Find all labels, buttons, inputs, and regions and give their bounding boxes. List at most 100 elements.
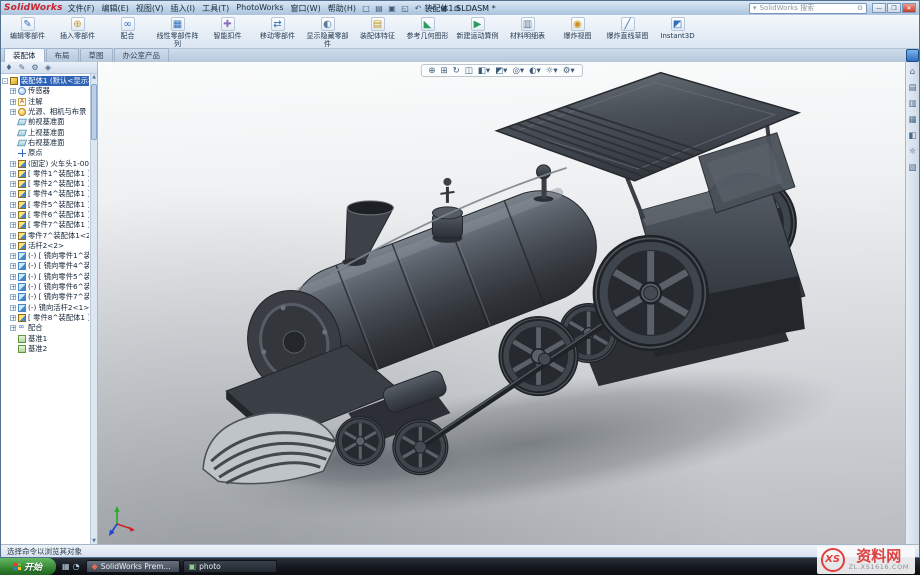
tab-assembly[interactable]: 装配体 bbox=[4, 48, 45, 62]
tree-item[interactable]: + 传感器 bbox=[2, 86, 89, 96]
tree-expander[interactable]: + bbox=[10, 263, 16, 270]
tree-item[interactable]: 原点 bbox=[2, 148, 89, 158]
tree-expander[interactable]: + bbox=[10, 304, 16, 311]
file-explorer-icon[interactable]: ▥ bbox=[908, 99, 916, 109]
hide-show-items-icon[interactable]: ◎▾ bbox=[512, 66, 524, 76]
tree-item[interactable]: + (-) [ 镜向零件7^装配体1 ]<1> bbox=[2, 292, 89, 302]
tree-scrollbar[interactable]: ▲ ▼ bbox=[90, 74, 97, 544]
configurationmanager-tab-icon[interactable]: ⚙ bbox=[30, 63, 40, 72]
tree-expander[interactable]: + bbox=[10, 253, 16, 260]
zoom-to-area-icon[interactable]: ⊞ bbox=[441, 66, 448, 76]
tab-office-products[interactable]: 办公室产品 bbox=[113, 48, 169, 62]
tree-item[interactable]: + (-) 镜向活杆2<1> bbox=[2, 303, 89, 313]
new-motion-study-button[interactable]: ▶ 新建运动算例 bbox=[453, 16, 502, 47]
mate-button[interactable]: ∞ 配合 bbox=[103, 16, 152, 47]
tree-expander[interactable]: + bbox=[10, 109, 16, 116]
section-view-icon[interactable]: ◫ bbox=[465, 66, 473, 76]
edit-appearance-icon[interactable]: ◐▾ bbox=[529, 66, 541, 76]
task-solidworks[interactable]: ◆ SolidWorks Prem... bbox=[85, 560, 180, 573]
view-settings-icon[interactable]: ⚙▾ bbox=[563, 66, 575, 76]
menu-item[interactable]: 视图(V) bbox=[136, 3, 164, 14]
menu-item[interactable]: 工具(T) bbox=[202, 3, 229, 14]
tree-expander[interactable]: + bbox=[10, 314, 16, 321]
tree-expander[interactable]: + bbox=[10, 242, 16, 249]
tree-item[interactable]: + [ 零件7^装配体1 ]<1> bbox=[2, 220, 89, 230]
tree-expander[interactable]: + bbox=[10, 191, 16, 198]
show-desktop-icon[interactable]: ▦ bbox=[62, 562, 70, 571]
tree-item[interactable]: + (-) [ 镜向零件1^装配体1 ]<1> bbox=[2, 251, 89, 261]
tree-item[interactable]: + [ 零件4^装配体1 ]<1> bbox=[2, 189, 89, 199]
tree-item[interactable]: + [ 零件2^装配体1 ]<1> bbox=[2, 179, 89, 189]
tree-expander[interactable]: + bbox=[10, 232, 16, 239]
tab-layout[interactable]: 布局 bbox=[45, 48, 79, 62]
dimxpert-tab-icon[interactable]: ◈ bbox=[43, 63, 53, 72]
tree-item[interactable]: + [ 零件1^装配体1 ]<1> bbox=[2, 169, 89, 179]
move-component-button[interactable]: ⇄ 移动零部件 bbox=[253, 16, 302, 47]
menu-item[interactable]: 编辑(E) bbox=[102, 3, 129, 14]
show-hidden-components-button[interactable]: ◐ 显示隐藏零部件 bbox=[303, 16, 352, 48]
task-photo[interactable]: ▣ photo bbox=[182, 560, 277, 573]
tree-item[interactable]: + 光源、相机与布景 bbox=[2, 107, 89, 117]
tree-expander[interactable] bbox=[10, 130, 16, 136]
tree-expander[interactable]: + bbox=[10, 273, 16, 280]
save-icon[interactable]: ▣ bbox=[387, 4, 397, 13]
featuremanager-tab-icon[interactable]: ♦ bbox=[4, 63, 14, 72]
edit-component-button[interactable]: ✎ 编辑零部件 bbox=[3, 16, 52, 47]
zoom-to-fit-icon[interactable]: ⊕ bbox=[428, 66, 435, 76]
scene-icon[interactable]: ☼ bbox=[909, 147, 917, 157]
instant3d-button[interactable]: ◩ Instant3D bbox=[653, 16, 702, 47]
tree-item[interactable]: - 装配体1 (默认<显示状态-1>) bbox=[2, 76, 89, 87]
tree-expander[interactable] bbox=[10, 140, 16, 146]
new-document-icon[interactable]: □ bbox=[361, 4, 371, 13]
menu-item[interactable]: 帮助(H) bbox=[328, 3, 356, 14]
search-icon[interactable]: ⊙ bbox=[857, 4, 863, 12]
view-orientation-icon[interactable]: ◧▾ bbox=[478, 66, 490, 76]
tree-expander[interactable]: + bbox=[10, 201, 16, 208]
assembly-features-button[interactable]: ▤ 装配体特征 bbox=[353, 16, 402, 47]
tree-item[interactable]: + 活杆2<2> bbox=[2, 241, 89, 251]
design-library-icon[interactable]: ▤ bbox=[908, 83, 916, 93]
tree-expander[interactable]: + bbox=[10, 88, 16, 95]
tree-expander[interactable]: + bbox=[10, 212, 16, 219]
tree-expander[interactable]: + bbox=[10, 222, 16, 229]
tree-expander[interactable]: + bbox=[10, 181, 16, 188]
scroll-down-icon[interactable]: ▼ bbox=[91, 538, 97, 544]
reference-geometry-button[interactable]: ◣ 参考几何图形 bbox=[403, 16, 452, 47]
tab-sketch[interactable]: 草图 bbox=[79, 48, 113, 62]
start-button[interactable]: 开始 bbox=[0, 558, 56, 575]
tree-item[interactable]: + (-) [ 镜向零件4^装配体1 ]<1> bbox=[2, 261, 89, 271]
smart-fasteners-button[interactable]: ✚ 智能扣件 bbox=[203, 16, 252, 47]
tree-item[interactable]: 右视基准面 bbox=[2, 138, 89, 148]
apply-scene-icon[interactable]: ☼▾ bbox=[546, 66, 558, 76]
tree-expander[interactable] bbox=[10, 119, 16, 125]
tree-expander[interactable] bbox=[10, 346, 16, 352]
tree-expander[interactable] bbox=[10, 336, 16, 342]
tree-expander[interactable]: + bbox=[10, 284, 16, 291]
close-button[interactable]: ✕ bbox=[902, 3, 916, 13]
tree-item[interactable]: + 零件7^装配体1<2> bbox=[2, 230, 89, 240]
tree-expander[interactable]: - bbox=[2, 78, 8, 85]
custom-properties-icon[interactable]: ▧ bbox=[908, 163, 916, 173]
solidworks-resources-icon[interactable]: ⌂ bbox=[910, 67, 915, 77]
previous-view-icon[interactable]: ↻ bbox=[453, 66, 460, 76]
menu-item[interactable]: 插入(I) bbox=[171, 3, 196, 14]
menu-item[interactable]: PhotoWorks bbox=[236, 3, 283, 14]
tree-item[interactable]: 前视基准面 bbox=[2, 117, 89, 127]
maximize-button[interactable]: ❐ bbox=[887, 3, 901, 13]
insert-components-button[interactable]: ⊕ 插入零部件 bbox=[53, 16, 102, 47]
tree-item[interactable]: + [ 零件5^装配体1 ]<1> bbox=[2, 200, 89, 210]
tree-item[interactable]: 基准1 bbox=[2, 333, 89, 343]
print-icon[interactable]: ◱ bbox=[400, 4, 410, 13]
tree-item[interactable]: + (-) [ 镜向零件5^装配体1 ]<1> bbox=[2, 272, 89, 282]
tree-item[interactable]: + 注解 bbox=[2, 97, 89, 107]
search-input[interactable]: ▾ SolidWorks 搜索 ⊙ bbox=[749, 2, 867, 14]
tree-expander[interactable]: + bbox=[10, 160, 16, 167]
tree-expander[interactable]: + bbox=[10, 98, 16, 105]
explode-line-sketch-button[interactable]: ╱ 爆炸直线草图 bbox=[603, 16, 652, 47]
appearances-icon[interactable]: ◧ bbox=[908, 131, 916, 141]
propertymanager-tab-icon[interactable]: ✎ bbox=[17, 63, 27, 72]
display-style-icon[interactable]: ◩▾ bbox=[495, 66, 507, 76]
tree-item[interactable]: + (-) [ 镜向零件6^装配体1 ]<1> bbox=[2, 282, 89, 292]
tree-item[interactable]: + [ 零件8^装配体1 ]<1> bbox=[2, 313, 89, 323]
bill-of-materials-button[interactable]: ▥ 材料明细表 bbox=[503, 16, 552, 47]
